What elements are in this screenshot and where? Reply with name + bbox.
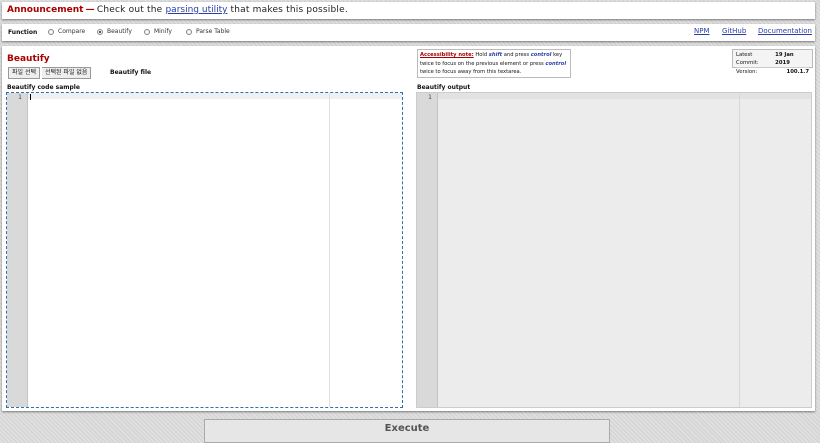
key-shift: shift <box>488 52 503 58</box>
accessibility-text: and press <box>502 52 531 58</box>
output-editor[interactable]: 1 <box>416 92 812 408</box>
accessibility-text: twice to focus away from this textarea. <box>420 69 522 76</box>
radio-compare[interactable]: Compare <box>48 28 85 35</box>
beautify-title: Beautify <box>7 54 50 64</box>
file-status-text: 선택된 파일 없음 <box>42 67 92 79</box>
radio-parse-table-label: Parse Table <box>196 28 230 35</box>
announcement-text-before: Check out the <box>96 5 166 15</box>
line-number: 1 <box>428 94 432 101</box>
radio-minify-circle[interactable] <box>144 28 150 35</box>
choose-file-button[interactable]: 파일 선택 <box>8 67 40 79</box>
execute-button[interactable]: Execute <box>204 419 610 443</box>
print-margin-ruler <box>329 93 330 407</box>
code-sample-gutter: 1 <box>7 93 28 407</box>
radio-beautify-label: Beautify <box>107 28 132 35</box>
announcement-dash: — <box>85 5 95 15</box>
radio-beautify-circle[interactable] <box>97 28 103 35</box>
output-gutter: 1 <box>417 93 438 407</box>
output-label: Beautify output <box>417 84 471 91</box>
function-bar: Function Compare Beautify Minify Parse T… <box>2 24 815 41</box>
announcement-text-after: that makes this possible. <box>227 5 348 15</box>
accessibility-note-title: Accessibility note: <box>420 52 474 58</box>
commit-info: Latest Commit: 19 Jan 2019 Version: 100.… <box>732 49 813 75</box>
line-number: 1 <box>18 94 22 101</box>
radio-parse-table-circle[interactable] <box>186 28 192 35</box>
latest-commit-value: 19 Jan 2019 <box>775 52 794 66</box>
announcement-label: Announcement <box>7 5 84 15</box>
parsing-utility-link[interactable]: parsing utility <box>165 5 227 15</box>
accessibility-note: Accessibility note: Hold shift and press… <box>417 49 571 78</box>
latest-commit-label: Latest Commit: <box>736 52 759 66</box>
radio-minify-label: Minify <box>154 28 172 35</box>
main-panel: Beautify 파일 선택 선택된 파일 없음 Beautify file B… <box>2 46 815 411</box>
code-sample-editor[interactable]: 1 <box>6 92 403 408</box>
announcement-bar: Announcement — Check out the parsing uti… <box>2 2 815 19</box>
function-label: Function <box>8 29 38 36</box>
radio-compare-label: Compare <box>58 28 86 35</box>
npm-link[interactable]: NPM <box>694 27 710 35</box>
key-control: control <box>545 60 567 67</box>
code-sample-label: Beautify code sample <box>7 84 80 91</box>
key-control: control <box>530 52 552 58</box>
github-link[interactable]: GitHub <box>722 27 746 35</box>
radio-minify[interactable]: Minify <box>144 28 172 35</box>
radio-compare-circle[interactable] <box>48 28 54 35</box>
output-print-margin-ruler <box>739 93 740 407</box>
output-active-line <box>438 93 811 99</box>
accessibility-text: Hold <box>473 52 489 58</box>
active-line-highlight <box>28 93 402 99</box>
version-value: 100.1.7 <box>786 69 809 75</box>
text-cursor <box>30 94 31 100</box>
radio-beautify[interactable]: Beautify <box>97 28 132 35</box>
beautify-file-label: Beautify file <box>110 69 152 76</box>
version-label: Version: <box>736 69 758 75</box>
radio-parse-table[interactable]: Parse Table <box>186 28 230 35</box>
documentation-link[interactable]: Documentation <box>758 27 812 35</box>
